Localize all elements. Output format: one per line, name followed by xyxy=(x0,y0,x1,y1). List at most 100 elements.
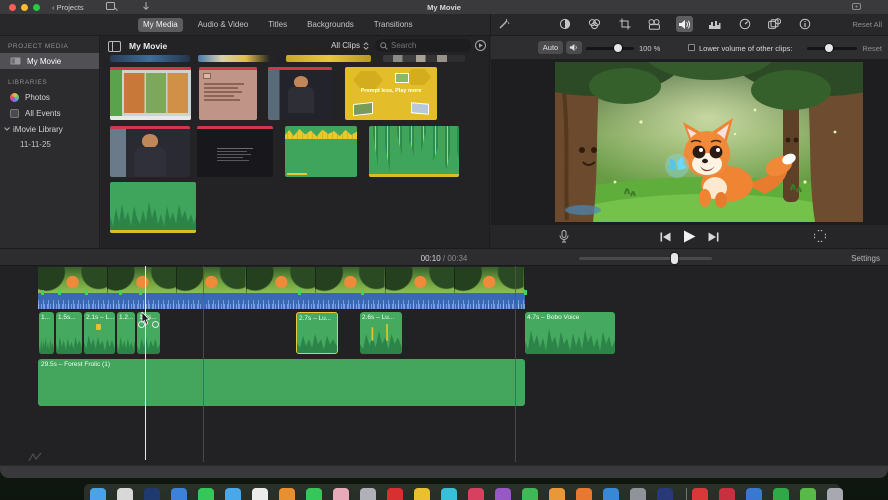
media-thumbnail[interactable] xyxy=(383,55,465,62)
color-correction-icon[interactable] xyxy=(586,16,603,32)
background-music-clip[interactable]: 29.5s – Forest Frolic (1) xyxy=(38,359,525,406)
play-button[interactable] xyxy=(683,230,696,243)
reset-volume-button[interactable]: Reset xyxy=(862,44,882,53)
media-thumbnail[interactable] xyxy=(286,55,371,62)
volume-icon[interactable] xyxy=(676,16,693,32)
dock-app-icon[interactable] xyxy=(306,488,322,500)
fullscreen-button[interactable] xyxy=(814,230,826,242)
dock-app-icon[interactable] xyxy=(144,488,160,500)
lower-volume-slider-thumb[interactable] xyxy=(825,43,833,52)
reset-all-button[interactable]: Reset All xyxy=(852,20,882,29)
skip-forward-button[interactable] xyxy=(708,232,719,242)
clip-play-icon[interactable] xyxy=(475,40,486,51)
tab-my-media[interactable]: My Media xyxy=(138,17,183,32)
dock-app-icon[interactable] xyxy=(414,488,430,500)
media-thumbnail[interactable] xyxy=(369,126,459,177)
media-thumbnail[interactable] xyxy=(110,67,191,120)
sidebar-item-my-movie[interactable]: My Movie xyxy=(0,53,99,69)
volume-slider[interactable] xyxy=(586,43,634,52)
lower-volume-label: Lower volume of other clips: xyxy=(699,44,793,53)
sidebar-item-event-date[interactable]: 11-11-25 xyxy=(0,137,99,151)
sidebar-item-imovie-library[interactable]: iMovie Library xyxy=(0,121,99,137)
media-thumbnail[interactable] xyxy=(110,182,196,233)
playhead[interactable] xyxy=(145,266,146,460)
dock-app-icon[interactable] xyxy=(117,488,133,500)
mute-button[interactable] xyxy=(566,41,582,54)
preview-video-frame[interactable] xyxy=(555,62,863,222)
panel-divider xyxy=(490,14,491,36)
audio-clip[interactable]: 1.5s... xyxy=(56,312,82,354)
audio-clip-selected[interactable]: 2.7s – Lu... xyxy=(296,312,338,354)
media-thumbnail[interactable] xyxy=(285,126,357,177)
dock-app-icon[interactable] xyxy=(495,488,511,500)
dock-app-icon[interactable] xyxy=(522,488,538,500)
media-thumbnail[interactable] xyxy=(110,55,190,62)
video-clip-audio-strip[interactable] xyxy=(38,290,527,309)
audio-clip[interactable]: 1... xyxy=(39,312,54,354)
audio-clip[interactable]: 1.2... xyxy=(117,312,135,354)
dock-app-icon[interactable] xyxy=(827,488,843,500)
timeline-settings-button[interactable]: Settings xyxy=(851,254,880,263)
dock-app-icon[interactable] xyxy=(90,488,106,500)
clip-info-icon[interactable] xyxy=(796,16,813,32)
titlebar-extra-icon[interactable] xyxy=(852,3,861,10)
window-title: My Movie xyxy=(427,2,461,12)
stabilization-icon[interactable] xyxy=(646,16,663,32)
media-thumbnail[interactable] xyxy=(197,126,273,177)
volume-slider-thumb[interactable] xyxy=(614,43,622,52)
search-field[interactable]: Search xyxy=(375,39,471,52)
dock-app-icon[interactable] xyxy=(719,488,735,500)
dock-app-icon[interactable] xyxy=(360,488,376,500)
color-balance-icon[interactable] xyxy=(556,16,573,32)
dock-app-icon[interactable] xyxy=(252,488,268,500)
auto-volume-button[interactable]: Auto xyxy=(538,41,563,54)
dock-app-icon[interactable] xyxy=(198,488,214,500)
media-thumbnail[interactable] xyxy=(199,67,257,120)
audio-clip[interactable]: 2.6s – Lu... xyxy=(360,312,402,354)
media-thumbnail[interactable] xyxy=(198,55,276,62)
tab-backgrounds[interactable]: Backgrounds xyxy=(302,18,359,32)
crop-icon[interactable] xyxy=(616,16,633,32)
dock-app-icon[interactable] xyxy=(657,488,673,500)
timeline-zoom-slider[interactable] xyxy=(579,253,712,264)
lower-volume-slider[interactable] xyxy=(807,43,857,52)
noise-reduction-icon[interactable] xyxy=(706,16,723,32)
media-thumbnail[interactable] xyxy=(268,67,332,120)
media-thumbnail[interactable]: Prompt less, Play more xyxy=(345,67,437,120)
timeline-zoom-thumb[interactable] xyxy=(671,253,678,264)
dock-app-icon[interactable] xyxy=(773,488,789,500)
effect-badge-icon[interactable] xyxy=(152,321,159,328)
dock-app-icon[interactable] xyxy=(387,488,403,500)
dock-app-icon[interactable] xyxy=(279,488,295,500)
media-thumbnail[interactable] xyxy=(110,126,190,177)
voiceover-mic-button[interactable] xyxy=(559,230,569,243)
sidebar-toggle-icon[interactable] xyxy=(108,41,121,52)
dock-app-icon[interactable] xyxy=(603,488,619,500)
skip-back-button[interactable] xyxy=(660,232,671,242)
lower-volume-checkbox[interactable] xyxy=(688,44,695,51)
sidebar-item-all-events[interactable]: All Events xyxy=(0,105,99,121)
sidebar-item-photos[interactable]: Photos xyxy=(0,89,99,105)
my-movie-icon xyxy=(10,57,21,65)
clip-filter-dropdown[interactable]: All Clips xyxy=(331,41,369,50)
dock-app-icon[interactable] xyxy=(576,488,592,500)
video-clip-filmstrip[interactable] xyxy=(38,267,525,293)
audio-clip[interactable]: 2.1s – L... xyxy=(84,312,115,354)
speed-icon[interactable] xyxy=(736,16,753,32)
tab-audio-video[interactable]: Audio & Video xyxy=(193,18,254,32)
dock-app-icon[interactable] xyxy=(800,488,816,500)
tab-transitions[interactable]: Transitions xyxy=(369,18,418,32)
magic-wand-icon[interactable] xyxy=(497,18,510,31)
dock-app-icon[interactable] xyxy=(549,488,565,500)
dock-app-icon[interactable] xyxy=(171,488,187,500)
audio-clip[interactable]: 4.7s – Bobo Voice xyxy=(525,312,615,354)
tab-titles[interactable]: Titles xyxy=(263,18,292,32)
dock-app-icon[interactable] xyxy=(468,488,484,500)
dock-app-icon[interactable] xyxy=(441,488,457,500)
dock-app-icon[interactable] xyxy=(333,488,349,500)
dock-app-icon[interactable] xyxy=(746,488,762,500)
dock-app-icon[interactable] xyxy=(225,488,241,500)
dock-app-icon[interactable] xyxy=(630,488,646,500)
clip-filter-icon[interactable] xyxy=(766,16,783,32)
dock-app-icon[interactable] xyxy=(692,488,708,500)
